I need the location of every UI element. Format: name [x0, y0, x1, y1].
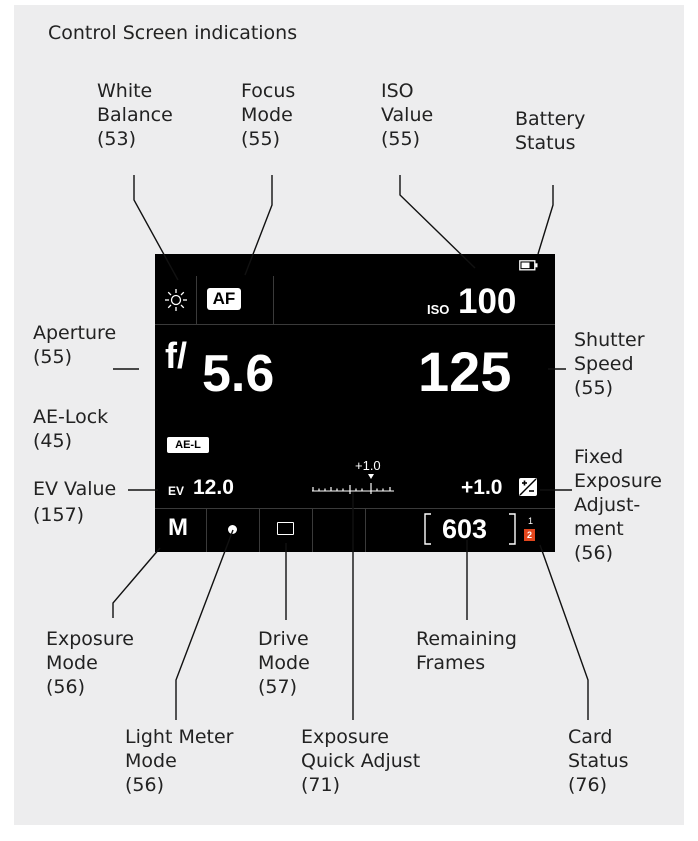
quick-adjust-value: +1.0: [355, 458, 381, 473]
sun-icon: [165, 289, 187, 311]
divider-meter-drive: [259, 508, 260, 552]
white-balance-label: White Balance (53): [97, 80, 173, 150]
remaining-frames-label: Remaining Frames: [416, 628, 517, 674]
fixed-exposure-label: Fixed Exposure Adjust- ment (56): [574, 446, 662, 564]
iso-prefix: ISO: [427, 302, 450, 317]
aperture-label: Aperture (55): [33, 322, 117, 368]
control-screen: AF ISO 100 f/ 5.6 125 AE-L EV 12.0 +1.0 …: [155, 254, 555, 552]
exposure-compensation-icon: [519, 478, 537, 496]
frame-bracket-right-icon: [509, 513, 516, 545]
shutter-speed-value: 125: [418, 340, 512, 403]
ev-value: 12.0: [193, 476, 234, 499]
frame-bracket-left-icon: [424, 513, 431, 545]
ev-value-page: (157): [33, 504, 85, 526]
exposure-mode-label: Exposure Mode (56): [46, 628, 134, 698]
battery-icon: [519, 260, 538, 271]
divider-af-iso: [273, 276, 274, 324]
card-slot-2: 2: [524, 529, 535, 541]
ev-prefix: EV: [168, 484, 185, 498]
iso-value-label: ISO Value (55): [381, 80, 434, 150]
focus-mode-badge: AF: [207, 288, 241, 310]
aperture-prefix: f/: [165, 335, 187, 376]
diagram-title: Control Screen indications: [48, 22, 298, 44]
shutter-speed-label: Shutter Speed (55): [574, 329, 645, 399]
divider-drive: [312, 508, 313, 552]
drive-mode-label: Drive Mode (57): [258, 628, 310, 698]
focus-mode-label: Focus Mode (55): [241, 80, 296, 150]
ev-value-label: EV Value: [33, 478, 117, 500]
ae-lock-badge: AE-L: [167, 437, 209, 453]
divider-drive-empty: [365, 508, 366, 552]
bottom-row-divider: [155, 508, 555, 509]
light-meter-mode-label: Light Meter Mode (56): [125, 726, 234, 796]
exposure-quick-adjust-label: Exposure Quick Adjust (71): [301, 726, 421, 796]
drive-mode-icon: [277, 522, 294, 535]
iso-value: 100: [458, 282, 517, 321]
light-meter-icon: [228, 525, 237, 534]
aperture-value: 5.6: [202, 345, 275, 403]
top-row-divider: [155, 324, 555, 325]
card-slot-1: 1: [528, 516, 534, 526]
remaining-frames-value: 603: [442, 514, 488, 544]
ae-lock-label: AE-Lock (45): [33, 406, 109, 452]
fixed-exposure-value: +1.0: [461, 476, 503, 499]
battery-status-label: Battery Status: [515, 108, 586, 154]
divider-mode-meter: [206, 508, 207, 552]
divider-wb-af: [196, 276, 197, 324]
card-status-label: Card Status (76): [568, 726, 629, 796]
exposure-scale: [312, 474, 394, 494]
exposure-mode-value: M: [168, 514, 188, 541]
